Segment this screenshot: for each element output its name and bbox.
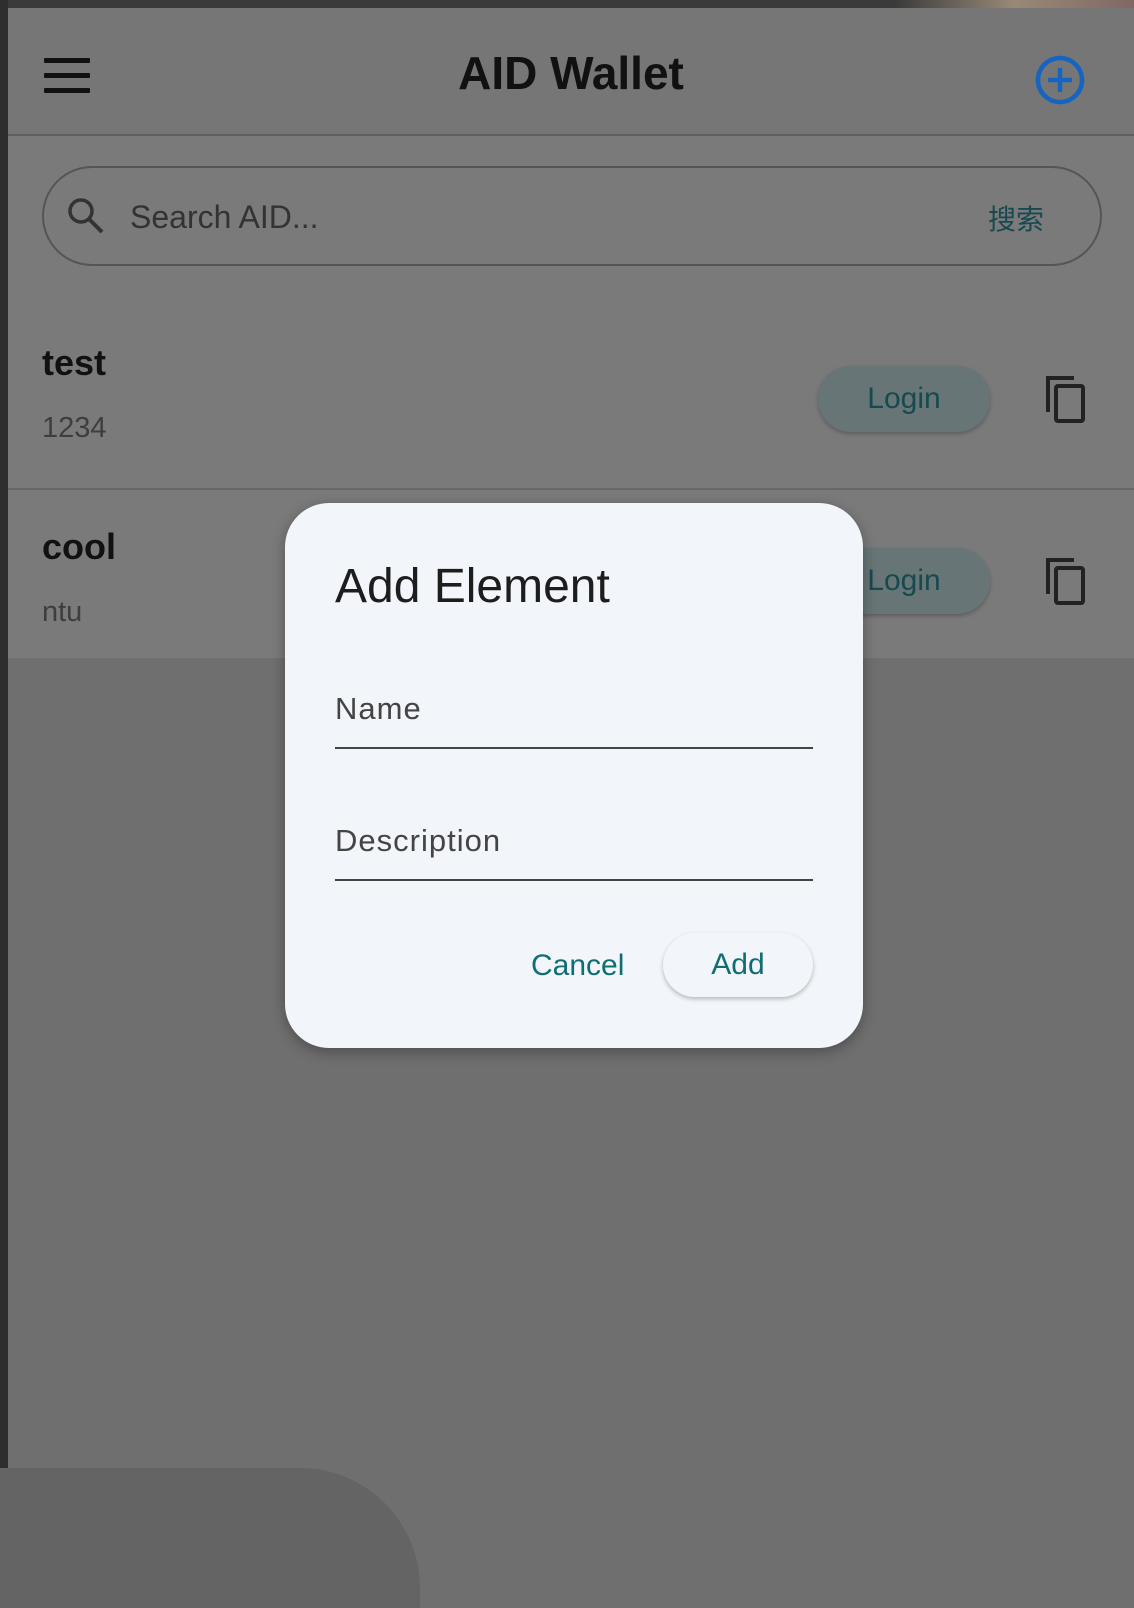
item-name: cool [42, 526, 117, 567]
name-field[interactable] [335, 671, 813, 749]
search-bar: 搜索 [42, 166, 1102, 266]
login-button[interactable]: Login [818, 366, 990, 432]
copy-icon[interactable] [1044, 556, 1086, 606]
name-field-container [335, 671, 813, 751]
item-description: 1234 [42, 412, 107, 444]
item-name: test [42, 342, 107, 383]
page-title: AID Wallet [458, 47, 684, 99]
dialog-title: Add Element [335, 560, 610, 613]
description-field[interactable] [335, 803, 813, 881]
cancel-button[interactable]: Cancel [531, 949, 624, 983]
app-bar: AID Wallet [8, 8, 1134, 136]
add-element-dialog: Add Element Cancel Add [285, 503, 863, 1048]
add-button[interactable]: Add [663, 933, 813, 997]
search-input[interactable] [128, 190, 892, 244]
copy-icon[interactable] [1044, 374, 1086, 424]
add-circle-icon[interactable] [1032, 52, 1088, 108]
list-item[interactable]: test 1234 Login [8, 308, 1134, 488]
bottom-panel-edge [0, 1468, 420, 1608]
window-left-edge [0, 0, 8, 1530]
item-description: ntu [42, 596, 83, 628]
description-field-container [335, 803, 813, 883]
search-button[interactable]: 搜索 [988, 198, 1044, 238]
search-icon [68, 198, 104, 234]
